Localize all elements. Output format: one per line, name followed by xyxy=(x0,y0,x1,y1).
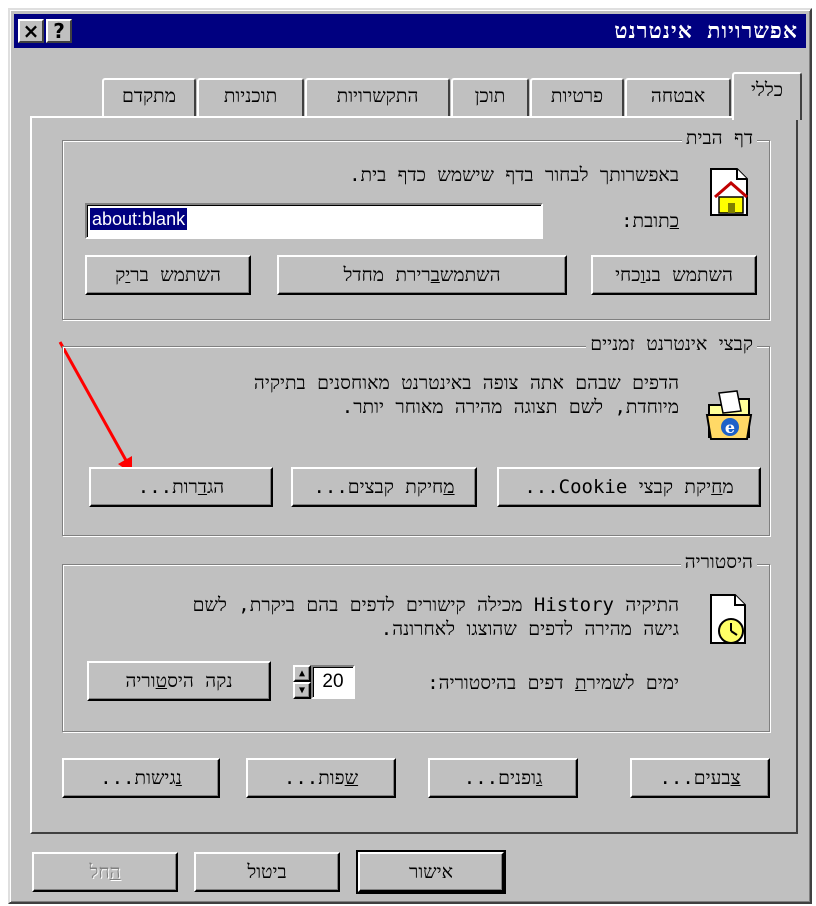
temp-files-group: קבצי אינטרנט זמניים e הדפים שבהם אתה צופ… xyxy=(62,333,770,536)
languages-button[interactable]: ש פות... xyxy=(246,758,396,798)
delete-files-button[interactable]: מ חיקת קבצים... xyxy=(291,467,477,507)
fonts-button[interactable]: ג ופנים... xyxy=(428,758,578,798)
ok-button[interactable]: אישור xyxy=(356,850,506,894)
temp-files-description-2: מיוחדת, לשם תצוגה מהירה מאוחר יותר. xyxy=(341,396,679,418)
house-page-icon xyxy=(710,168,748,216)
use-blank-button[interactable]: השתמש בר י ק xyxy=(85,255,251,295)
help-icon: ? xyxy=(53,19,65,43)
internet-options-dialog: × ? אפשרויות אינטרנט כללי אבטחה פרטיות ת… xyxy=(8,8,812,904)
tab-general[interactable]: כללי xyxy=(732,72,802,120)
address-value: about:blank xyxy=(90,208,188,230)
delete-cookies-button[interactable]: מ ח יקת קבצי Cookie... xyxy=(497,467,761,507)
title-bar[interactable]: × ? אפשרויות אינטרנט xyxy=(14,14,806,48)
history-description-2: גישה מהירה לדפים שהוצגו לאחרונה. xyxy=(380,618,679,640)
history-clock-icon xyxy=(710,594,746,644)
history-days-label: ימים לשמירת דפים בהיסטוריה: xyxy=(427,672,679,694)
history-days-spinner[interactable]: ▲ ▼ xyxy=(293,665,311,699)
accessibility-button[interactable]: נ גישות... xyxy=(62,758,220,798)
home-page-group: דף הבית באפשרותך לבחור בדף שישמש כדף בית… xyxy=(62,127,770,320)
settings-button[interactable]: הג ד רות... xyxy=(89,467,273,507)
temp-files-description-1: הדפים שבהם אתה צופה באינטרנט מאוחסנים בת… xyxy=(253,372,679,394)
home-page-description: באפשרותך לבחור בדף שישמש כדף בית. xyxy=(349,164,679,186)
tab-security[interactable]: אבטחה xyxy=(625,78,731,116)
cancel-button[interactable]: ביטול xyxy=(194,852,340,892)
history-days-input[interactable]: 20 xyxy=(311,665,355,699)
tab-content[interactable]: תוכן xyxy=(451,78,529,116)
tab-connections[interactable]: התקשרויות xyxy=(305,78,450,116)
use-current-button[interactable]: השתמש בנ ו כחי xyxy=(591,255,757,295)
spinner-up-arrow-icon[interactable]: ▲ xyxy=(293,665,311,682)
tab-panel-general: דף הבית באפשרותך לבחור בדף שישמש כדף בית… xyxy=(30,116,798,834)
history-group-label: היסטוריה xyxy=(680,551,757,574)
ie-folder-icon: e xyxy=(705,390,753,440)
colors-button[interactable]: צ בעים... xyxy=(630,758,770,798)
history-description-1: התיקיה History מכילה קישורים לדפים בהם ב… xyxy=(192,594,679,616)
apply-button[interactable]: ה חל xyxy=(32,852,178,892)
clear-history-button[interactable]: נקה היס ט וריה xyxy=(87,661,271,701)
tab-programs[interactable]: תוכניות xyxy=(197,78,304,116)
temp-files-group-label: קבצי אינטרנט זמניים xyxy=(586,333,757,356)
close-icon: × xyxy=(22,19,40,43)
window-title: אפשרויות אינטרנט xyxy=(614,19,798,44)
address-label: כתובת: xyxy=(621,210,679,232)
tab-advanced[interactable]: מתקדם xyxy=(102,78,196,116)
home-page-address-input[interactable]: about:blank xyxy=(85,203,543,239)
spinner-down-arrow-icon[interactable]: ▼ xyxy=(293,682,311,699)
use-default-button[interactable]: השתמש ב רירת מחדל xyxy=(277,255,567,295)
tab-privacy[interactable]: פרטיות xyxy=(530,78,624,116)
help-button[interactable]: ? xyxy=(46,19,72,43)
history-group: היסטוריה התיקיה History מכילה קישורים לד… xyxy=(62,551,770,732)
svg-text:e: e xyxy=(725,418,735,437)
close-button[interactable]: × xyxy=(18,19,44,43)
home-page-group-label: דף הבית xyxy=(681,127,757,150)
